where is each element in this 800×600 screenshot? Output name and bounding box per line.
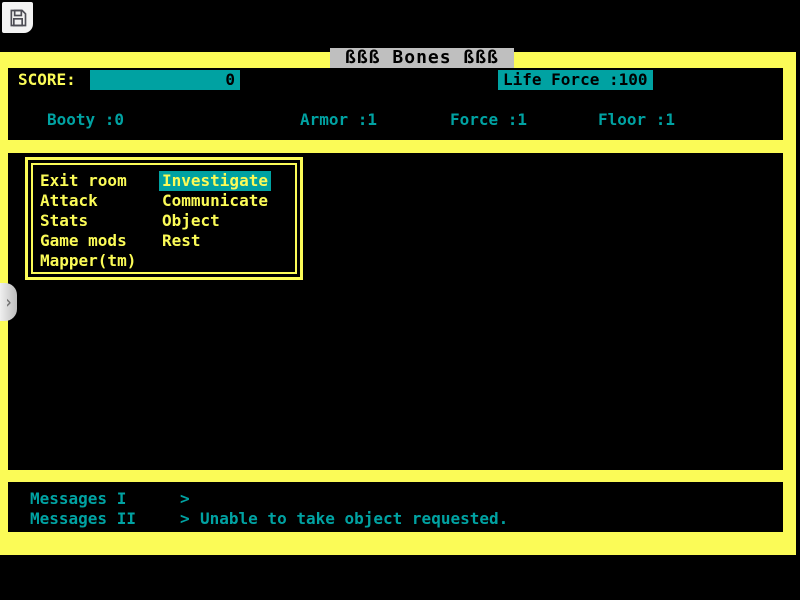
menu-item-communicate[interactable]: Communicate: [162, 191, 271, 211]
menu-column-left: Exit room Attack Stats Game mods Mapper(…: [40, 171, 162, 272]
messages-panel: Messages I > Messages II > Unable to tak…: [8, 482, 783, 532]
command-menu: Exit room Attack Stats Game mods Mapper(…: [25, 157, 303, 280]
messages-2-label: Messages II: [30, 509, 136, 529]
messages-1-label: Messages I: [30, 489, 126, 509]
menu-item-attack[interactable]: Attack: [40, 191, 162, 211]
main-panel: Exit room Attack Stats Game mods Mapper(…: [8, 153, 783, 470]
menu-column-right: Investigate Communicate Object Rest: [162, 171, 271, 272]
menu-item-game-mods[interactable]: Game mods: [40, 231, 162, 251]
messages-2-text: Unable to take object requested.: [200, 509, 508, 529]
life-force-badge: Life Force :100: [498, 70, 653, 90]
menu-item-rest[interactable]: Rest: [162, 231, 271, 251]
title-bar: ßßß Bones ßßß: [330, 48, 514, 68]
game-screen: ßßß Bones ßßß SCORE: 0 Life Force :100 B…: [0, 0, 800, 600]
menu-item-object[interactable]: Object: [162, 211, 271, 231]
messages-1-prompt: >: [180, 489, 190, 509]
messages-2-prompt: >: [180, 509, 190, 529]
stat-booty: Booty :0: [47, 110, 124, 130]
game-title: ßßß Bones ßßß: [345, 47, 499, 68]
stat-armor: Armor :1: [300, 110, 377, 130]
score-bar: 0: [90, 70, 240, 90]
menu-item-exit-room[interactable]: Exit room: [40, 171, 162, 191]
menu-item-stats[interactable]: Stats: [40, 211, 162, 231]
menu-item-mapper[interactable]: Mapper(tm): [40, 251, 162, 271]
stat-force: Force :1: [450, 110, 527, 130]
floppy-disk-icon: [8, 8, 28, 28]
save-button[interactable]: [2, 2, 33, 33]
chevron-right-icon: ›: [4, 293, 13, 311]
score-label: SCORE:: [18, 70, 76, 90]
score-value: 0: [225, 70, 235, 89]
menu-item-investigate[interactable]: Investigate: [162, 171, 271, 191]
hud-panel: SCORE: 0 Life Force :100 Booty :0 Armor …: [8, 68, 783, 140]
drawer-tab[interactable]: ›: [0, 283, 17, 321]
game-frame: ßßß Bones ßßß SCORE: 0 Life Force :100 B…: [0, 52, 796, 555]
command-menu-inner: Exit room Attack Stats Game mods Mapper(…: [31, 163, 297, 274]
stat-floor: Floor :1: [598, 110, 675, 130]
